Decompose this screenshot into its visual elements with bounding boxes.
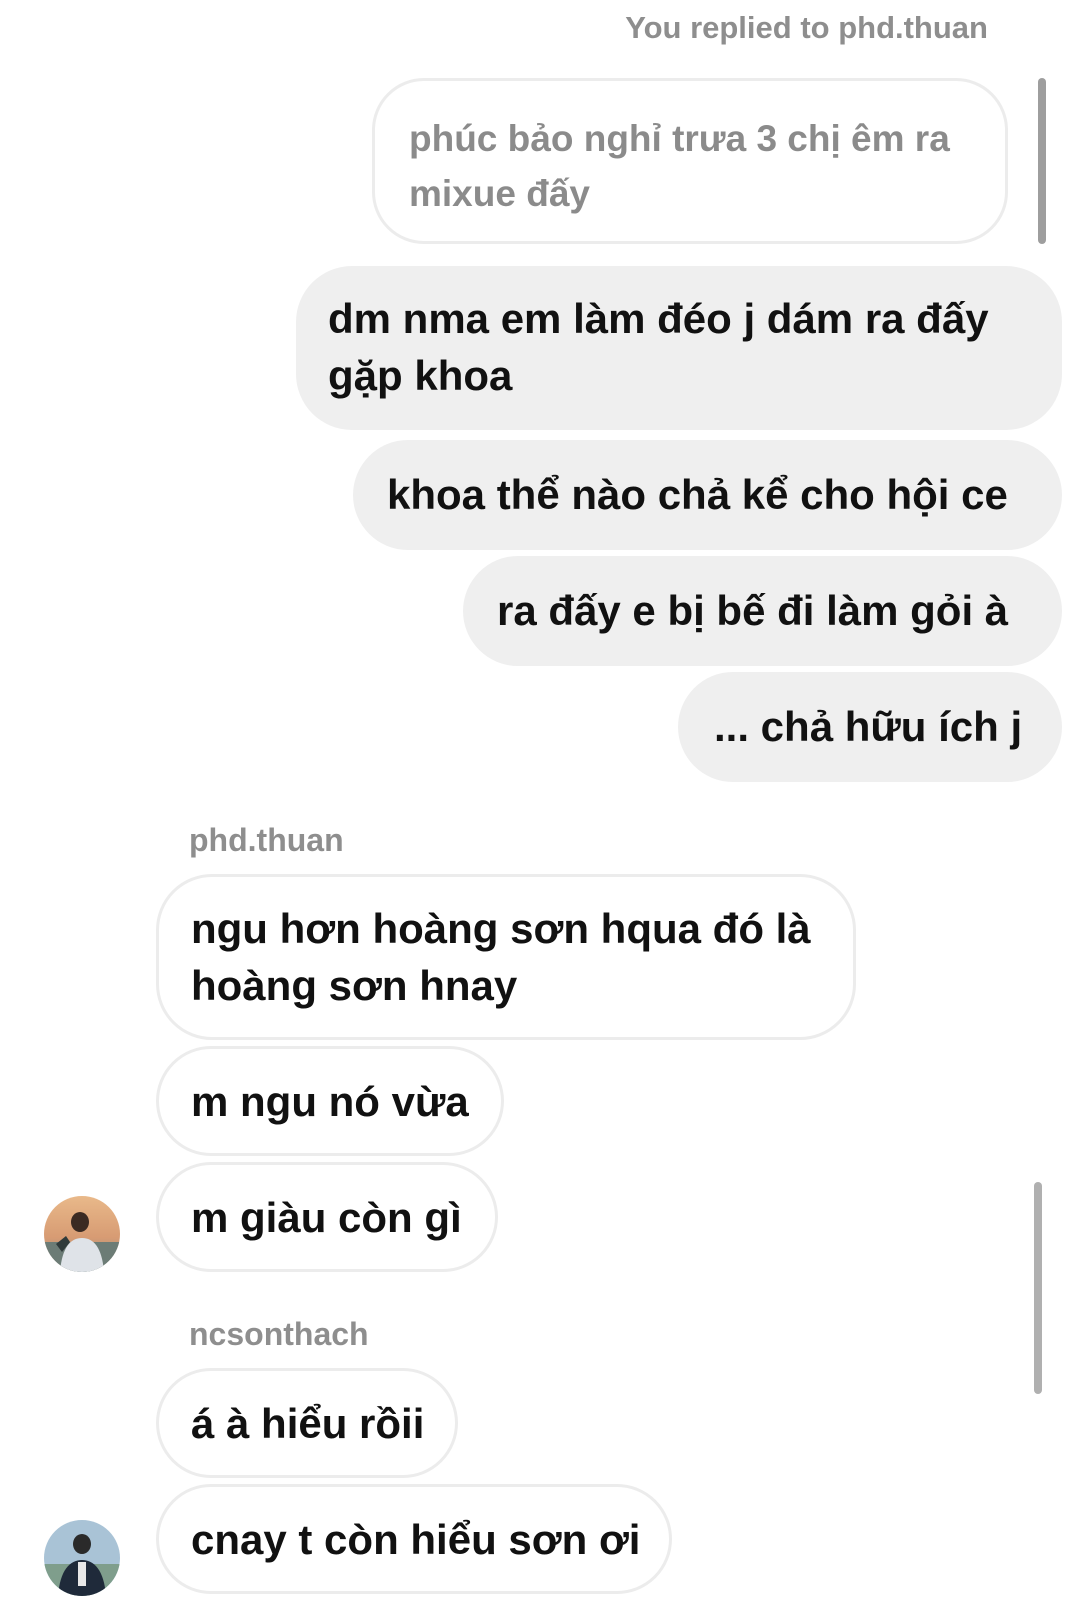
avatar-photo-ncsonthach xyxy=(44,1520,120,1596)
message-text-line: á à hiểu rồii xyxy=(191,1400,425,1447)
scrollbar-thumb[interactable] xyxy=(1034,1182,1042,1394)
incoming-message-bubble[interactable]: á à hiểu rồii xyxy=(156,1368,458,1478)
message-text-line: ngu hơn hoàng sơn hqua đó là xyxy=(191,905,811,952)
message-text-line: hoàng sơn hnay xyxy=(191,962,518,1009)
message-text-line: m ngu nó vừa xyxy=(191,1078,469,1125)
message-text-line: dm nma em làm đéo j dám ra đấy xyxy=(328,295,989,342)
message-text-line: m giàu còn gì xyxy=(191,1194,462,1241)
outgoing-message-bubble[interactable]: dm nma em làm đéo j dám ra đấy gặp khoa xyxy=(296,266,1062,430)
profile-photo-icon[interactable] xyxy=(44,1196,120,1272)
message-text-line: gặp khoa xyxy=(328,352,513,399)
outgoing-message-bubble[interactable]: ra đấy e bị bế đi làm gỏi à xyxy=(463,556,1062,666)
profile-photo-icon[interactable] xyxy=(44,1520,120,1596)
message-text-line: khoa thể nào chả kể cho hội ce xyxy=(387,471,1008,518)
incoming-message-bubble[interactable]: ngu hơn hoàng sơn hqua đó là hoàng sơn h… xyxy=(156,874,856,1040)
message-text-line: ... chả hữu ích j xyxy=(714,703,1023,750)
outgoing-message-bubble[interactable]: ... chả hữu ích j xyxy=(678,672,1062,782)
sender-username[interactable]: ncsonthach xyxy=(189,1316,369,1353)
incoming-message-bubble[interactable]: cnay t còn hiểu sơn ơi xyxy=(156,1484,672,1594)
message-text-line: ra đấy e bị bế đi làm gỏi à xyxy=(497,587,1009,634)
outgoing-message-bubble[interactable]: khoa thể nào chả kể cho hội ce xyxy=(353,440,1062,550)
reply-context-label: You replied to phd.thuan xyxy=(625,10,988,45)
avatar-photo-phd-thuan xyxy=(44,1196,120,1272)
replied-message-quote[interactable]: phúc bảo nghỉ trưa 3 chị êm ra mixue đấy xyxy=(372,78,1008,244)
scrollbar-thumb[interactable] xyxy=(1038,78,1046,244)
incoming-message-bubble[interactable]: m ngu nó vừa xyxy=(156,1046,504,1156)
quoted-message-text: phúc bảo nghỉ trưa 3 chị êm ra mixue đấy xyxy=(409,118,950,214)
message-text-line: cnay t còn hiểu sơn ơi xyxy=(191,1516,641,1563)
sender-username[interactable]: phd.thuan xyxy=(189,822,344,859)
incoming-message-bubble[interactable]: m giàu còn gì xyxy=(156,1162,498,1272)
